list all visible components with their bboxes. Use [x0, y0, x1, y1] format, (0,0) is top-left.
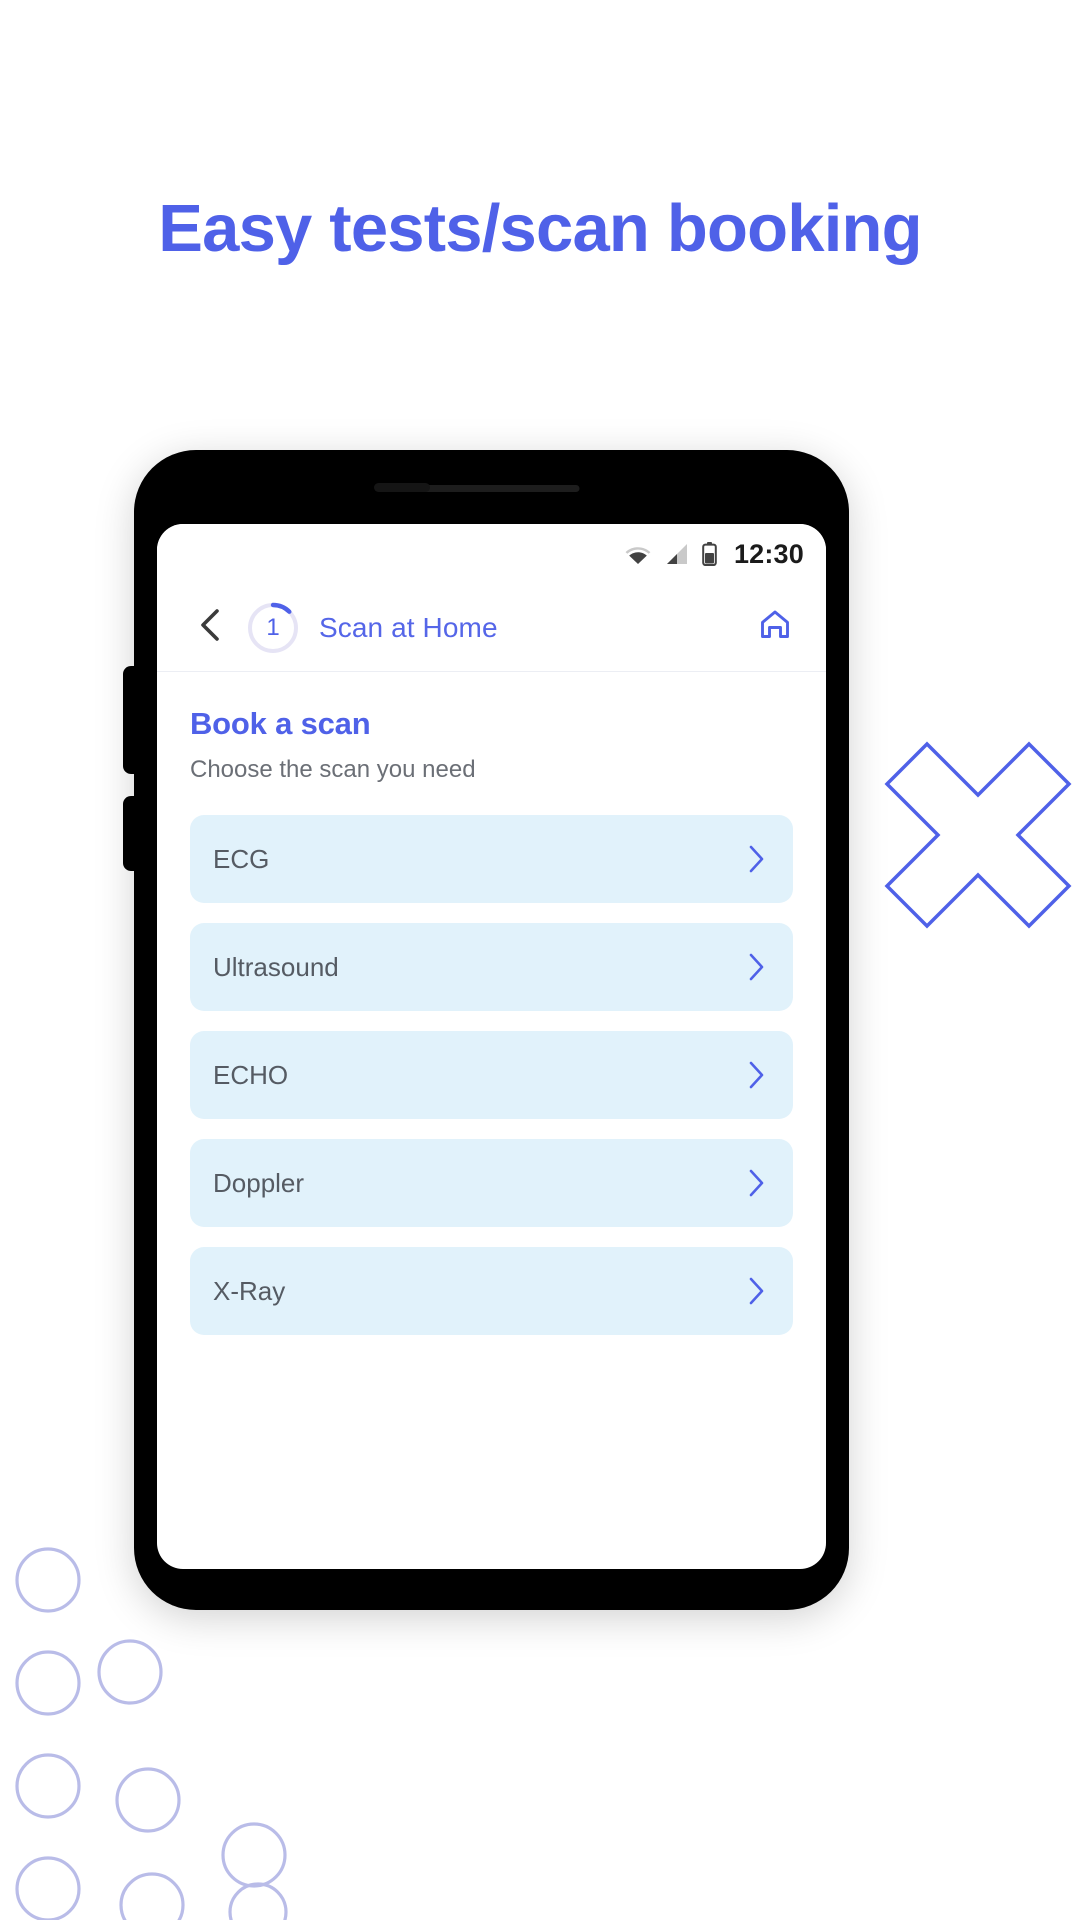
battery-icon — [702, 542, 717, 566]
scan-list-item-label: Doppler — [213, 1167, 305, 1198]
chevron-right-icon[interactable] — [746, 1168, 766, 1198]
cellular-signal-icon — [664, 543, 689, 565]
cross-outline-decoration — [884, 741, 1072, 929]
phone-power-button[interactable] — [123, 796, 137, 871]
scan-list-item-label: ECG — [213, 843, 270, 874]
scan-list-item[interactable]: ECHO — [190, 1031, 793, 1119]
chevron-right-icon[interactable] — [746, 952, 766, 982]
step-progress-indicator: 1 — [247, 602, 299, 654]
scan-list-item[interactable]: ECG — [190, 815, 793, 903]
scan-list-item[interactable]: X-Ray — [190, 1247, 793, 1335]
scan-type-list: ECG Ultrasound ECHO Doppler X-Ray — [190, 815, 793, 1335]
chevron-right-icon[interactable] — [746, 1060, 766, 1090]
scan-list-item-label: X-Ray — [213, 1275, 286, 1306]
phone-screen: 12:30 1 Scan at Home Book a scan Choose … — [157, 524, 826, 1569]
home-button[interactable] — [753, 606, 797, 650]
screen-body: Book a scan Choose the scan you need ECG… — [157, 672, 826, 1335]
chevron-right-icon[interactable] — [746, 1276, 766, 1306]
page-title: Easy tests/scan booking — [158, 191, 922, 266]
status-bar-time: 12:30 — [733, 538, 804, 569]
section-title: Book a scan — [190, 706, 371, 741]
app-header: 1 Scan at Home — [157, 584, 826, 672]
scan-list-item[interactable]: Doppler — [190, 1139, 793, 1227]
scan-list-item-label: Ultrasound — [213, 951, 339, 982]
wifi-icon — [625, 544, 651, 564]
home-icon — [756, 606, 794, 649]
status-bar: 12:30 — [157, 524, 826, 584]
scan-list-item-label: ECHO — [213, 1059, 289, 1090]
phone-front-camera — [373, 483, 430, 492]
phone-volume-button[interactable] — [123, 666, 137, 774]
section-subtitle: Choose the scan you need — [190, 756, 476, 783]
scan-list-item[interactable]: Ultrasound — [190, 923, 793, 1011]
step-number: 1 — [266, 613, 280, 641]
phone-speaker-grille — [404, 485, 579, 492]
header-title: Scan at Home — [319, 611, 498, 643]
back-button[interactable] — [191, 609, 229, 647]
chevron-left-icon — [198, 608, 222, 647]
chevron-right-icon[interactable] — [746, 844, 766, 874]
phone-mockup: 12:30 1 Scan at Home Book a scan Choose … — [123, 450, 849, 1610]
